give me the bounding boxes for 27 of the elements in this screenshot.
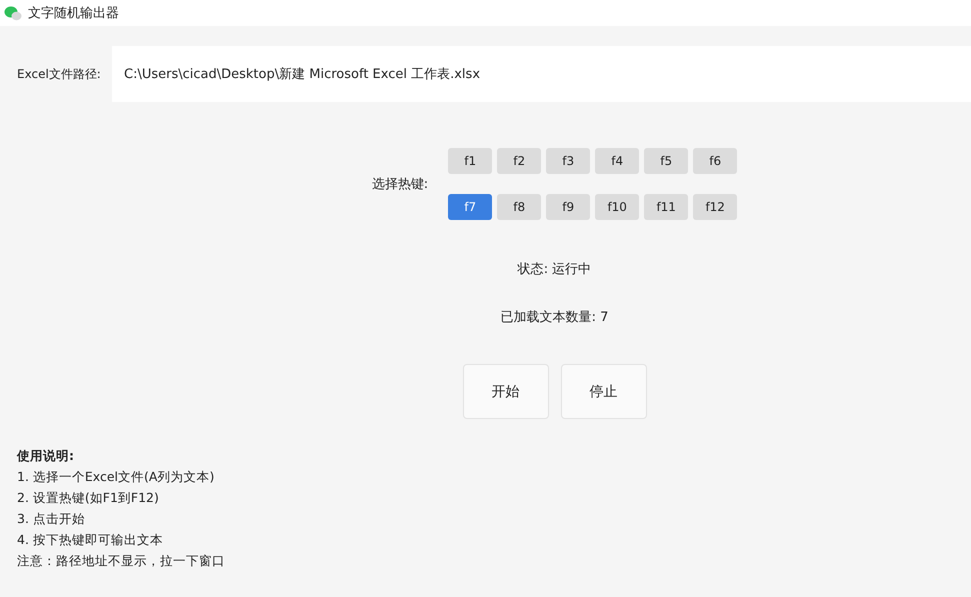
instructions-title: 使用说明: bbox=[17, 447, 74, 465]
path-label: Excel文件路径: bbox=[16, 66, 102, 82]
hotkey-button[interactable]: f6 bbox=[693, 148, 738, 174]
instruction-line: 4. 按下热键即可输出文本 bbox=[17, 531, 163, 549]
hotkey-button[interactable]: f8 bbox=[497, 194, 542, 220]
instruction-line: 注意：路径地址不显示，拉一下窗口 bbox=[17, 552, 225, 570]
hotkey-button[interactable]: f3 bbox=[546, 148, 590, 174]
hotkey-button[interactable]: f2 bbox=[497, 148, 542, 174]
window-title: 文字随机输出器 bbox=[28, 5, 119, 22]
instruction-line: 2. 设置热键(如F1到F12) bbox=[17, 489, 159, 507]
hotkey-button[interactable]: f5 bbox=[644, 148, 688, 174]
hotkey-button[interactable]: f1 bbox=[448, 148, 492, 174]
hotkey-button[interactable]: f4 bbox=[595, 148, 640, 174]
status-text: 状态: 运行中 bbox=[518, 261, 592, 278]
instruction-line: 3. 点击开始 bbox=[17, 510, 85, 528]
loaded-count: 已加载文本数量: 7 bbox=[500, 309, 608, 326]
hotkey-label: 选择热键: bbox=[372, 176, 428, 193]
action-button[interactable]: 开始 bbox=[462, 364, 548, 419]
app-icon bbox=[4, 5, 22, 21]
hotkey-button[interactable]: f12 bbox=[693, 194, 738, 220]
instruction-line: 1. 选择一个Excel文件(A列为文本) bbox=[17, 468, 214, 486]
path-field[interactable]: C:\Users\cicad\Desktop\新建 Microsoft Excel 工作表.xlsx bbox=[112, 46, 971, 102]
hotkey-button[interactable]: f7 bbox=[448, 194, 492, 220]
hotkey-button[interactable]: f11 bbox=[644, 194, 688, 220]
hotkey-button[interactable]: f9 bbox=[546, 194, 590, 220]
hotkey-button[interactable]: f10 bbox=[595, 194, 640, 220]
action-button[interactable]: 停止 bbox=[560, 364, 646, 419]
